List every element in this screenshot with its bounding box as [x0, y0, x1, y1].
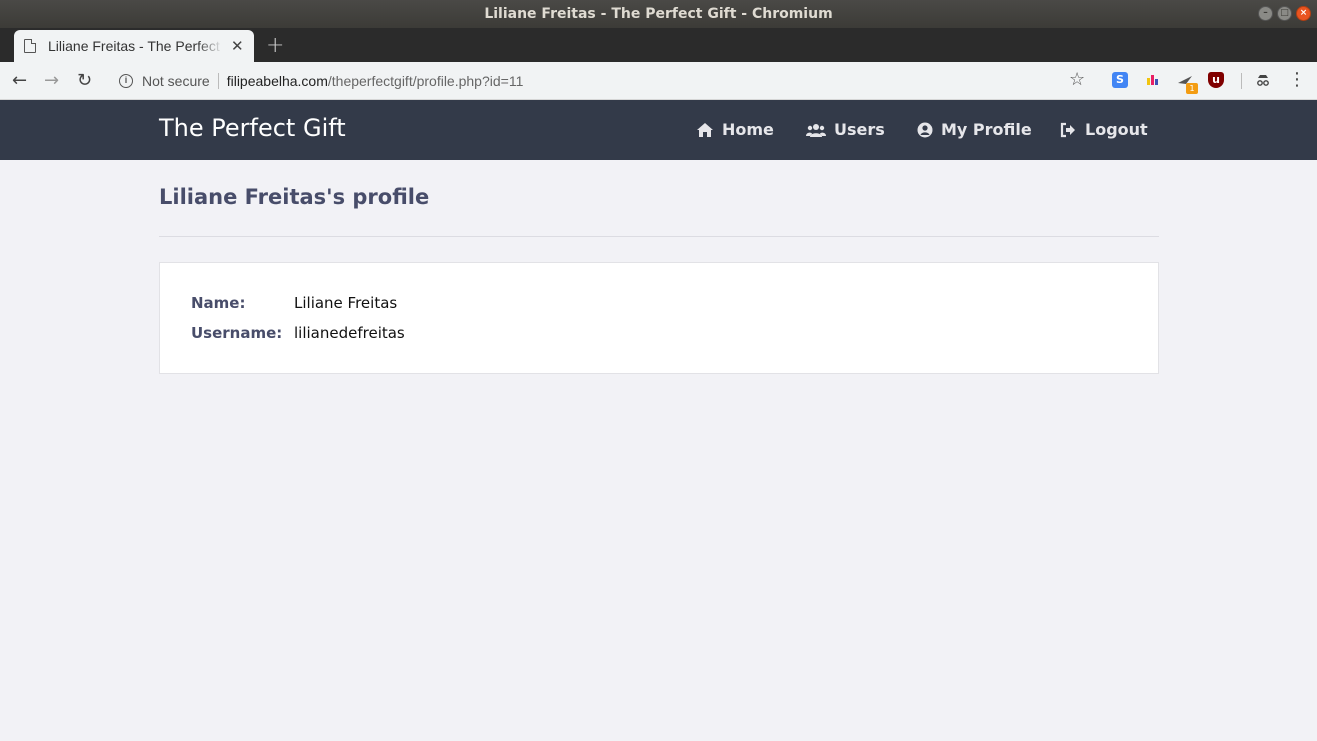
omnibox-separator	[217, 73, 219, 89]
profile-row-username: Username: lilianedefreitas	[191, 324, 405, 342]
home-icon	[696, 122, 714, 138]
site-navbar: The Perfect Gift Home Users My Profile L…	[0, 100, 1317, 160]
window-titlebar: Liliane Freitas - The Perfect Gift - Chr…	[0, 0, 1317, 28]
extension-badge: 1	[1186, 83, 1198, 94]
name-value: Liliane Freitas	[294, 294, 398, 312]
close-window-icon[interactable]: ×	[1296, 6, 1311, 21]
reload-icon[interactable]: ↻	[77, 70, 92, 91]
sign-out-icon	[1060, 122, 1077, 138]
browser-tab[interactable]: Liliane Freitas - The Perfect Gift ✕	[14, 30, 254, 62]
nav-users[interactable]: Users	[806, 120, 885, 139]
ublock-icon[interactable]: u	[1208, 72, 1224, 88]
maximize-icon[interactable]: □	[1277, 6, 1292, 21]
profile-row-name: Name: Liliane Freitas	[191, 294, 397, 312]
nav-home-label: Home	[722, 120, 774, 139]
url-path: /theperfectgift/profile.php?id=11	[327, 73, 524, 89]
back-icon[interactable]: ←	[12, 70, 27, 91]
nav-my-profile[interactable]: My Profile	[917, 120, 1032, 139]
username-label: Username:	[191, 324, 283, 342]
window-title: Liliane Freitas - The Perfect Gift - Chr…	[484, 6, 833, 22]
nav-users-label: Users	[834, 120, 885, 139]
toolbar-separator	[1241, 73, 1242, 89]
incognito-icon[interactable]	[1255, 72, 1271, 88]
nav-logout-label: Logout	[1085, 120, 1148, 139]
user-circle-icon	[917, 122, 933, 138]
tab-title: Liliane Freitas - The Perfect Gift	[48, 38, 223, 54]
users-icon	[806, 122, 826, 138]
nav-home[interactable]: Home	[696, 120, 774, 139]
close-tab-icon[interactable]: ✕	[231, 37, 244, 55]
page-icon	[24, 39, 36, 53]
security-label: Not secure	[142, 73, 210, 89]
browser-toolbar: ← → ↻ i Not secure filipeabelha.com/thep…	[0, 62, 1317, 100]
username-value: lilianedefreitas	[294, 324, 405, 342]
bookmark-star-icon[interactable]: ☆	[1069, 69, 1085, 90]
info-icon[interactable]: i	[119, 74, 133, 88]
tab-strip: Liliane Freitas - The Perfect Gift ✕ +	[0, 28, 1317, 62]
page-title: Liliane Freitas's profile	[159, 185, 430, 209]
address-bar[interactable]: i Not secure filipeabelha.com/theperfect…	[110, 67, 1100, 95]
forward-icon[interactable]: →	[44, 70, 59, 91]
profile-card: Name: Liliane Freitas Username: lilianed…	[159, 262, 1159, 374]
url-host: filipeabelha.com	[226, 73, 328, 89]
new-tab-icon[interactable]: +	[266, 33, 284, 58]
name-label: Name:	[191, 294, 246, 312]
minimize-icon[interactable]: –	[1258, 6, 1273, 21]
nav-my-profile-label: My Profile	[941, 120, 1032, 139]
extension-s-icon[interactable]: S	[1112, 72, 1128, 88]
nav-logout[interactable]: Logout	[1060, 120, 1148, 139]
heading-divider	[159, 236, 1159, 237]
browser-menu-icon[interactable]: ⋮	[1288, 69, 1306, 90]
window-controls: – □ ×	[1258, 6, 1311, 21]
site-brand[interactable]: The Perfect Gift	[159, 114, 346, 142]
extension-bars-icon[interactable]	[1145, 72, 1161, 88]
